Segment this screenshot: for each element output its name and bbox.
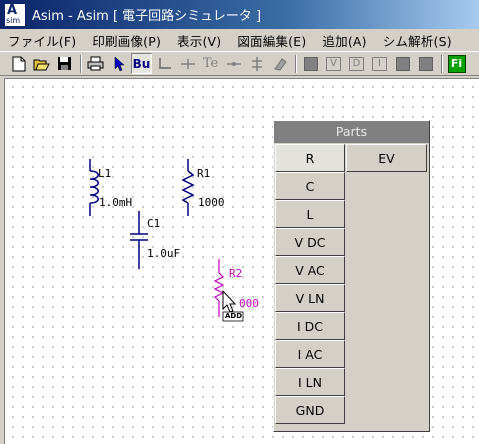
part-gnd-button[interactable]: GND — [275, 396, 345, 424]
bus-tool-label: Bu — [132, 56, 151, 71]
part-resistor-button[interactable]: R — [275, 144, 345, 172]
part-inductor-button[interactable]: L — [275, 200, 345, 228]
part-capacitor-button[interactable]: C — [275, 172, 345, 200]
resistor-r2-name: R2 — [229, 267, 243, 280]
open-folder-icon[interactable] — [31, 53, 52, 74]
diode-probe-button[interactable]: D — [346, 53, 367, 74]
app-icon: A sim — [4, 2, 26, 27]
menu-add[interactable]: 追加(A) — [314, 31, 374, 50]
menu-print-image[interactable]: 印刷画像(P) — [84, 31, 169, 50]
fit-button[interactable]: Fi — [446, 53, 467, 74]
resistor-r2-ghost-symbol — [213, 259, 225, 317]
text-tool-button[interactable]: Te — [200, 53, 221, 74]
toolbar-separator — [295, 54, 297, 73]
current-probe-label: I — [372, 56, 387, 71]
part-iac-button[interactable]: I AC — [275, 340, 345, 368]
menu-edit[interactable]: 図面編集(E) — [229, 31, 314, 50]
parts-palette-title: Parts — [274, 121, 429, 143]
menu-file[interactable]: ファイル(F) — [0, 31, 84, 50]
gray-tool-icon[interactable] — [392, 53, 413, 74]
gray-tool-icon[interactable] — [300, 53, 321, 74]
resistor-r1-symbol — [181, 159, 195, 216]
voltage-probe-label: V — [326, 56, 341, 71]
voltage-probe-button[interactable]: V — [323, 53, 344, 74]
part-vac-button[interactable]: V AC — [275, 256, 345, 284]
select-arrow-icon[interactable] — [108, 53, 129, 74]
bus-tool-button[interactable]: Bu — [131, 53, 152, 74]
menu-view[interactable]: 表示(V) — [169, 31, 229, 50]
part-iln-button[interactable]: I LN — [275, 368, 345, 396]
part-ev-button[interactable]: EV — [346, 144, 427, 172]
menu-bar: ファイル(F) 印刷画像(P) 表示(V) 図面編集(E) 追加(A) シム解析… — [0, 29, 479, 51]
inductor-l1-symbol — [89, 159, 99, 216]
wire-tool-icon[interactable] — [154, 53, 175, 74]
part-vln-button[interactable]: V LN — [275, 284, 345, 312]
toolbar: Bu Te V D I Fi — [0, 51, 479, 76]
print-icon[interactable] — [85, 53, 106, 74]
flip-tool-icon[interactable] — [246, 53, 267, 74]
gray-tool-icon[interactable] — [415, 53, 436, 74]
window-title: Asim - Asim [ 電子回路シミュレータ ] — [32, 9, 262, 24]
parts-palette: Parts R C L V DC V AC V LN I DC I AC I L… — [273, 120, 430, 432]
cursor-add-tag: ADD — [225, 312, 243, 320]
part-vdc-button[interactable]: V DC — [275, 228, 345, 256]
toolbar-separator — [441, 54, 443, 73]
capacitor-c1-value: 1.0uF — [147, 247, 181, 260]
inductor-l1-name: L1 — [98, 167, 112, 180]
capacitor-c1-symbol — [130, 211, 148, 269]
fit-label: Fi — [447, 54, 466, 73]
text-tool-label: Te — [202, 56, 219, 71]
toolbar-separator — [80, 54, 82, 73]
resistor-r2-value: 000 — [239, 297, 259, 310]
part-idc-button[interactable]: I DC — [275, 312, 345, 340]
eraser-tool-icon[interactable] — [269, 53, 290, 74]
current-probe-button[interactable]: I — [369, 53, 390, 74]
new-file-icon[interactable] — [8, 53, 29, 74]
junction-tool-icon[interactable] — [177, 53, 198, 74]
resistor-r1-name: R1 — [197, 167, 211, 180]
diode-probe-label: D — [349, 56, 364, 71]
title-bar: A sim Asim - Asim [ 電子回路シミュレータ ] — [0, 0, 479, 29]
inductor-l1-value: 1.0mH — [99, 196, 133, 209]
save-disk-icon[interactable] — [54, 53, 75, 74]
node-tool-icon[interactable] — [223, 53, 244, 74]
capacitor-c1-name: C1 — [147, 217, 161, 230]
parts-grid: R C L V DC V AC V LN I DC I AC I LN GND … — [274, 143, 429, 431]
app-icon-subtext: sim — [6, 15, 21, 25]
resistor-r1-value: 1000 — [198, 196, 225, 209]
menu-sim-analysis[interactable]: シム解析(S) — [375, 31, 460, 50]
